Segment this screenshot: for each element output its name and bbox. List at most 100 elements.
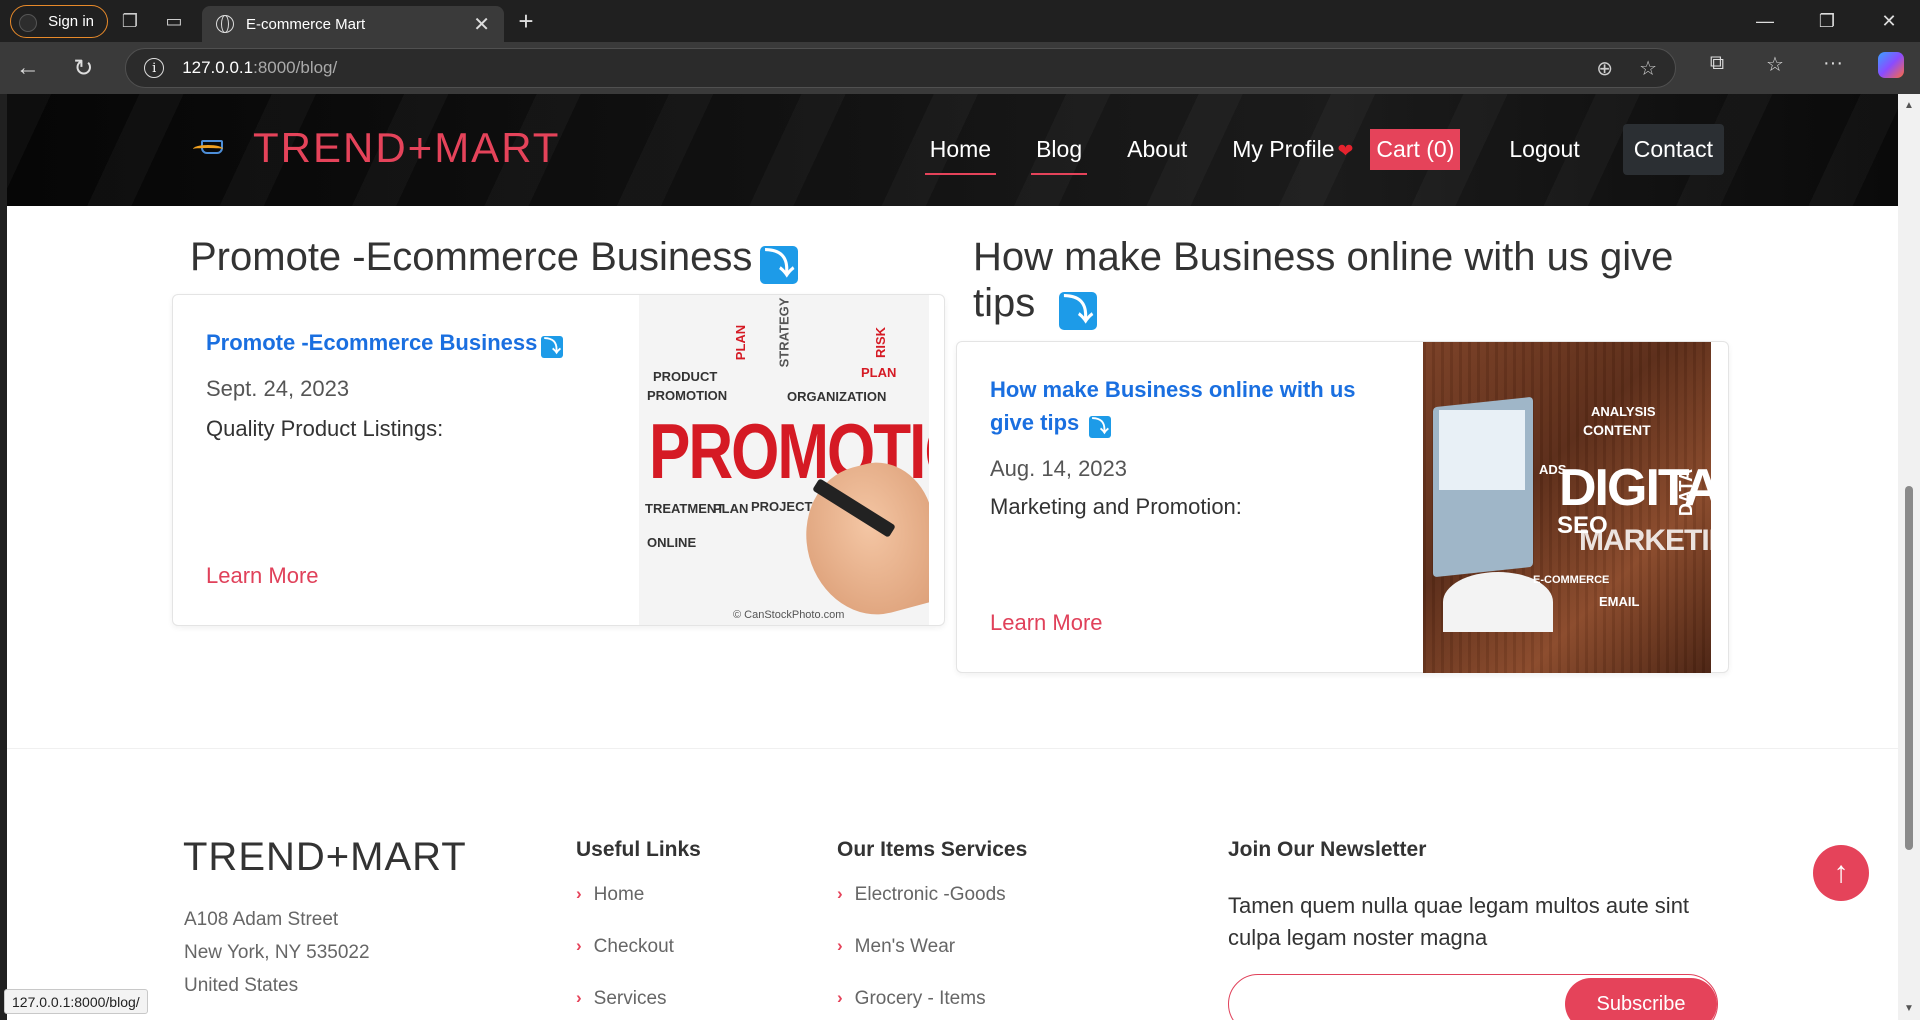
footer-link-home[interactable]: › Home — [576, 884, 701, 936]
page-scrollbar[interactable]: ▲ ▼ — [1898, 94, 1920, 1020]
footer-link-label: Home — [593, 884, 645, 905]
address-line: A108 Adam Street — [184, 909, 339, 930]
tab-actions-icon[interactable]: ▭ — [152, 0, 196, 42]
workspaces-icon[interactable]: ❐ — [108, 0, 152, 42]
post-2-title-line2: give tips — [990, 410, 1080, 435]
arrow-up-icon: ↑ — [1833, 856, 1849, 889]
post-1-excerpt: Quality Product Listings: — [206, 416, 444, 441]
restore-icon[interactable]: ❐ — [1796, 0, 1858, 42]
post-2-heading-line2: tips — [973, 281, 1036, 325]
nav-profile[interactable]: My Profile ❤ — [1227, 130, 1358, 169]
refresh-icon[interactable]: ↻ — [56, 54, 112, 83]
post-heading-1: Promote -Ecommerce Business ⤵ — [190, 234, 799, 284]
post-1-title-text: Promote -Ecommerce Business — [206, 330, 538, 355]
post-1-heading: Promote -Ecommerce Business — [190, 235, 753, 279]
post-2-date: Aug. 14, 2023 — [990, 456, 1128, 481]
arrow-down-icon: ⤵ — [760, 246, 799, 284]
footer-service-grocery[interactable]: › Grocery - Items — [837, 988, 1027, 1020]
browser-titlebar: Sign in ❐ ▭ E-commerce Mart ✕ + — ❐ ✕ — [0, 0, 1920, 42]
copilot-icon[interactable] — [1862, 52, 1920, 84]
footer-service-label: Grocery - Items — [854, 988, 986, 1009]
scroll-to-top-button[interactable]: ↑ — [1813, 845, 1869, 901]
post-heading-2: How make Business online with us give ti… — [973, 234, 1713, 330]
chevron-right-icon: › — [576, 936, 582, 955]
post-2-title[interactable]: How make Business online with us give ti… — [990, 373, 1410, 439]
sign-in-button[interactable]: Sign in — [10, 4, 108, 38]
footer-service-mens-wear[interactable]: › Men's Wear — [837, 936, 1027, 988]
cart-logo-icon — [193, 137, 229, 159]
arrow-down-icon: ⤵ — [1089, 416, 1112, 438]
heart-icon: ❤ — [1337, 141, 1354, 162]
site-logo[interactable]: TREND+MART — [193, 124, 560, 172]
back-icon[interactable]: ← — [0, 54, 56, 82]
address-bar[interactable]: i 127.0.0.1:8000/blog/ ⊕ ☆ — [125, 48, 1676, 88]
favorite-star-icon[interactable]: ☆ — [1639, 56, 1657, 81]
post-card-2: How make Business online with us give ti… — [956, 341, 1729, 673]
useful-links-title: Useful Links — [576, 838, 701, 861]
main-nav: Home Blog About My Profile ❤ Cart (0) Log… — [890, 124, 1724, 175]
nav-cart-button[interactable]: Cart (0) — [1370, 129, 1461, 170]
site-footer: TREND+MART A108 Adam Street New York, NY… — [7, 748, 1898, 1020]
post-2-learn-more[interactable]: Learn More — [990, 610, 1103, 636]
nav-logout[interactable]: Logout — [1504, 130, 1584, 169]
chevron-right-icon: › — [837, 884, 843, 903]
nav-about[interactable]: About — [1122, 130, 1192, 169]
site-info-icon[interactable]: i — [144, 58, 165, 78]
post-2-heading-line1: How make Business online with us give — [973, 235, 1674, 279]
nav-blog[interactable]: Blog — [1031, 130, 1088, 175]
scroll-up-arrow-icon[interactable]: ▲ — [1904, 100, 1914, 111]
address-line: United States — [184, 975, 299, 996]
chevron-right-icon: › — [837, 936, 843, 955]
footer-brand: TREND+MART — [183, 835, 467, 879]
image-credit: © CanStockPhoto.com — [733, 609, 845, 621]
footer-link-label: Services — [593, 988, 667, 1009]
nav-profile-label: My Profile — [1232, 136, 1335, 162]
browser-tab[interactable]: E-commerce Mart ✕ — [202, 6, 504, 42]
services-column: Our Items Services › Electronic -Goods › M… — [837, 838, 1027, 1020]
address-line: New York, NY 535022 — [184, 942, 370, 963]
post-2-title-line1: How make Business online with us — [990, 377, 1356, 402]
url-host: 127.0.0.1 — [182, 58, 254, 77]
nav-contact-button[interactable]: Contact — [1622, 124, 1724, 175]
footer-link-label: Checkout — [593, 936, 674, 957]
footer-service-label: Electronic -Goods — [854, 884, 1006, 905]
post-1-title[interactable]: Promote -Ecommerce Business ⤵ — [206, 326, 566, 359]
post-card-1: Promote -Ecommerce Business ⤵ Sept. 24, 2… — [172, 294, 945, 626]
arrow-down-icon: ⤵ — [541, 336, 564, 358]
more-menu-icon[interactable]: ··· — [1804, 52, 1862, 84]
globe-icon — [216, 15, 234, 33]
extensions-icon[interactable]: ⧉ — [1688, 52, 1746, 84]
minimize-icon[interactable]: — — [1734, 0, 1796, 42]
post-2-excerpt: Marketing and Promotion: — [990, 494, 1242, 519]
newsletter-column: Join Our Newsletter — [1228, 838, 1426, 862]
chevron-right-icon: › — [837, 988, 843, 1007]
scroll-down-arrow-icon[interactable]: ▼ — [1904, 1003, 1914, 1014]
status-bar-url: 127.0.0.1:8000/blog/ — [4, 989, 148, 1014]
chevron-right-icon: › — [576, 988, 582, 1007]
close-window-icon[interactable]: ✕ — [1858, 0, 1920, 42]
nav-home[interactable]: Home — [924, 130, 997, 175]
footer-service-label: Men's Wear — [854, 936, 956, 957]
post-1-date: Sept. 24, 2023 — [206, 376, 350, 401]
subscribe-button[interactable]: Subscribe — [1565, 978, 1717, 1020]
zoom-icon[interactable]: ⊕ — [1596, 56, 1613, 81]
footer-link-checkout[interactable]: › Checkout — [576, 936, 701, 988]
newsletter-text: Tamen quem nulla quae legam multos aute … — [1228, 893, 1690, 950]
site-header: TREND+MART Home Blog About My Profile ❤ C… — [7, 94, 1898, 206]
new-tab-button[interactable]: + — [504, 6, 548, 37]
useful-links-column: Useful Links › Home › Checkout › Services — [576, 838, 701, 1020]
arrow-down-icon: ⤵ — [1059, 292, 1098, 330]
chevron-right-icon: › — [576, 884, 582, 903]
newsletter-title: Join Our Newsletter — [1228, 838, 1427, 861]
footer-link-services[interactable]: › Services — [576, 988, 701, 1020]
sign-in-label: Sign in — [48, 12, 94, 30]
footer-service-electronics[interactable]: › Electronic -Goods — [837, 884, 1027, 936]
services-title: Our Items Services — [837, 838, 1028, 861]
page-viewport: TREND+MART Home Blog About My Profile ❤ C… — [7, 94, 1898, 1020]
promotion-image: PRODUCT PLAN STRATEGY ORGANIZATION PLAN … — [639, 295, 929, 625]
tab-title: E-commerce Mart — [246, 15, 366, 33]
scrollbar-thumb[interactable] — [1905, 486, 1913, 850]
favorites-icon[interactable]: ☆ — [1746, 52, 1804, 84]
close-tab-icon[interactable]: ✕ — [473, 12, 490, 37]
post-1-learn-more[interactable]: Learn More — [206, 563, 319, 589]
